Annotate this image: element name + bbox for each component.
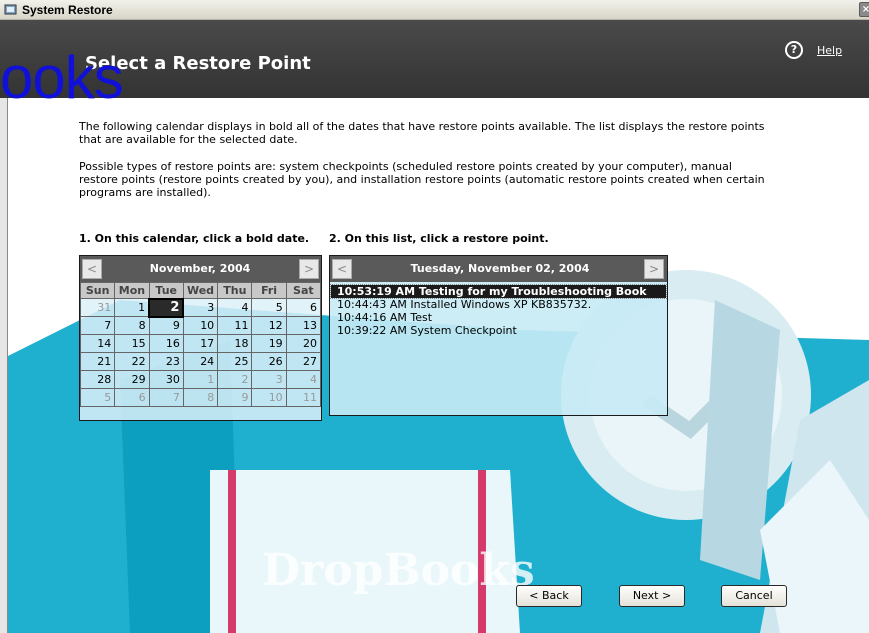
calendar-day[interactable]: 11 <box>285 388 322 407</box>
restore-list-next-button[interactable]: > <box>644 259 664 279</box>
calendar-day[interactable]: 3 <box>251 370 287 389</box>
calendar-day[interactable]: 14 <box>79 334 116 353</box>
intro-paragraph-2: Possible types of restore points are: sy… <box>79 160 765 199</box>
system-restore-app-icon <box>4 4 17 15</box>
calendar-day[interactable]: 15 <box>114 334 150 353</box>
restore-list-date-label: Tuesday, November 02, 2004 <box>410 262 590 275</box>
calendar-day[interactable]: 20 <box>285 334 322 353</box>
header-banner: Select a Restore Point ? Help <box>0 20 869 98</box>
calendar-day[interactable]: 23 <box>148 352 184 371</box>
calendar-day[interactable]: 24 <box>182 352 219 371</box>
help-icon[interactable]: ? <box>785 41 803 59</box>
calendar-day[interactable]: 4 <box>285 370 322 389</box>
calendar-day[interactable]: 7 <box>79 316 116 335</box>
weekday-header: Wed <box>182 282 219 299</box>
calendar-day[interactable]: 4 <box>217 298 253 317</box>
calendar-day[interactable]: 2 <box>217 370 253 389</box>
calendar-day[interactable]: 19 <box>251 334 287 353</box>
calendar-day[interactable]: 3 <box>182 298 219 317</box>
calendar-day[interactable]: 17 <box>182 334 219 353</box>
restore-point-items: 10:53:19 AM Testing for my Troubleshooti… <box>330 284 667 337</box>
calendar-day[interactable]: 30 <box>148 370 184 389</box>
calendar-day[interactable]: 11 <box>217 316 253 335</box>
calendar-day[interactable]: 27 <box>285 352 322 371</box>
cancel-button[interactable]: Cancel <box>721 585 787 607</box>
calendar-day[interactable]: 22 <box>114 352 150 371</box>
step1-instruction: 1. On this calendar, click a bold date. <box>79 232 310 245</box>
weekday-header: Tue <box>148 282 184 299</box>
calendar-month-label: November, 2004 <box>149 262 251 275</box>
window-title: System Restore <box>22 3 113 17</box>
calendar-day[interactable]: 10 <box>182 316 219 335</box>
watermark-fragment: ooks <box>0 44 124 111</box>
back-button[interactable]: < Back <box>516 585 582 607</box>
calendar-next-month-button[interactable]: > <box>299 259 319 279</box>
restore-point-item[interactable]: 10:44:43 AM Installed Windows XP KB83573… <box>331 298 666 311</box>
intro-text: The following calendar displays in bold … <box>79 120 769 199</box>
calendar-day[interactable]: 1 <box>114 298 150 317</box>
restore-point-item[interactable]: 10:44:16 AM Test <box>331 311 666 324</box>
calendar-day[interactable]: 9 <box>148 316 184 335</box>
calendar-prev-month-button[interactable]: < <box>82 259 102 279</box>
restore-calendar: < November, 2004 > Sun Mon Tue Wed Thu Fri Sat… <box>79 255 322 421</box>
calendar-day[interactable]: 10 <box>251 388 287 407</box>
restore-point-item[interactable]: 10:39:22 AM System Checkpoint <box>331 324 666 337</box>
weekday-header: Sat <box>285 282 322 299</box>
calendar-day[interactable]: 5 <box>251 298 287 317</box>
calendar-day[interactable]: 25 <box>217 352 253 371</box>
close-button[interactable]: × <box>859 2 869 17</box>
restore-point-list: < Tuesday, November 02, 2004 > 10:53:19 … <box>329 255 668 416</box>
calendar-day[interactable]: 16 <box>148 334 184 353</box>
left-border <box>0 98 8 633</box>
calendar-day[interactable]: 28 <box>79 370 116 389</box>
step2-instruction: 2. On this list, click a restore point. <box>329 232 549 245</box>
weekday-header: Sun <box>79 282 116 299</box>
restore-point-item[interactable]: 10:53:19 AM Testing for my Troubleshooti… <box>330 284 667 299</box>
weekday-header: Mon <box>114 282 150 299</box>
next-button[interactable]: Next > <box>619 585 685 607</box>
calendar-header: < November, 2004 > <box>80 256 321 282</box>
title-bar: System Restore × <box>0 0 869 20</box>
calendar-day[interactable]: 12 <box>251 316 287 335</box>
help-link[interactable]: Help <box>817 44 842 57</box>
calendar-day[interactable]: 8 <box>182 388 219 407</box>
calendar-day[interactable]: 9 <box>217 388 253 407</box>
calendar-day[interactable]: 1 <box>182 370 219 389</box>
calendar-day[interactable]: 13 <box>285 316 322 335</box>
calendar-day[interactable]: 26 <box>251 352 287 371</box>
calendar-day[interactable]: 5 <box>79 388 116 407</box>
calendar-day[interactable]: 29 <box>114 370 150 389</box>
calendar-grid: Sun Mon Tue Wed Thu Fri Sat 31 1 2 3 4 5 6 7 8 9 10 11 12 13… <box>79 282 322 407</box>
calendar-day[interactable]: 6 <box>285 298 322 317</box>
calendar-day[interactable]: 6 <box>114 388 150 407</box>
calendar-day[interactable]: 21 <box>79 352 116 371</box>
restore-list-prev-button[interactable]: < <box>332 259 352 279</box>
watermark-bottom-text: DropBooks <box>262 545 535 596</box>
calendar-day-selected[interactable]: 2 <box>148 297 185 318</box>
weekday-header: Thu <box>217 282 253 299</box>
calendar-day[interactable]: 8 <box>114 316 150 335</box>
calendar-day[interactable]: 31 <box>79 298 116 317</box>
calendar-day[interactable]: 7 <box>148 388 184 407</box>
calendar-day[interactable]: 18 <box>217 334 253 353</box>
weekday-header: Fri <box>251 282 287 299</box>
intro-paragraph-1: The following calendar displays in bold … <box>79 120 765 146</box>
restore-list-header: < Tuesday, November 02, 2004 > <box>330 256 667 282</box>
